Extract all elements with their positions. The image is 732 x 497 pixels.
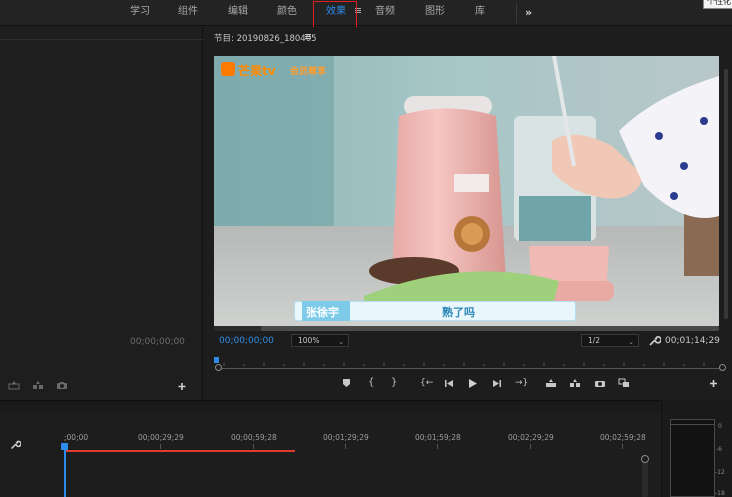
timeline-panel: ;00;00 00;00;29;29 00;00;59;28 00;01;29;… xyxy=(0,400,660,497)
tab-libraries[interactable]: 库 xyxy=(475,0,485,26)
tab-graphics[interactable]: 图形 xyxy=(425,0,445,26)
ruler-label: 00;02;59;28 xyxy=(600,433,646,442)
ruler-tick xyxy=(622,444,623,449)
ruler-label: 00;00;59;28 xyxy=(231,433,277,442)
extract-icon[interactable] xyxy=(32,381,44,390)
settings-wrench-icon[interactable] xyxy=(648,334,661,347)
source-timecode[interactable]: 00;00;00;00 xyxy=(130,337,185,347)
ruler-ticks xyxy=(223,363,705,366)
lift-icon[interactable] xyxy=(8,381,20,390)
duration-timecode: 00;01;14;29 xyxy=(665,336,720,346)
meter-label: -12 xyxy=(715,469,725,476)
more-workspaces-icon[interactable]: » xyxy=(525,6,532,19)
ruler-tick xyxy=(530,444,531,449)
mark-out-icon[interactable]: } xyxy=(391,377,397,389)
workspace-separator xyxy=(516,3,517,23)
lift-icon[interactable] xyxy=(545,379,557,388)
panel-divider xyxy=(0,39,203,40)
tab-audio[interactable]: 音频 xyxy=(375,0,395,26)
zoom-handle-left[interactable] xyxy=(215,364,222,371)
caption-text: 熟了吗 xyxy=(442,306,475,319)
ruler-tick xyxy=(345,444,346,449)
watermark-logo: 芒果tv xyxy=(238,64,276,78)
timeline-vertical-scrollbar[interactable] xyxy=(642,457,648,497)
chevron-down-icon: ⌄ xyxy=(338,338,344,346)
timeline-header xyxy=(0,401,660,413)
monitor-vertical-scrollbar[interactable] xyxy=(724,69,728,319)
playhead-timecode[interactable]: 00;00;00;00 xyxy=(219,336,274,346)
program-monitor: 节目: 20190826_180405 芒果tv 会员尊享 张徐宇 熟了吗 00… xyxy=(205,27,732,399)
zoom-level-select[interactable]: 100% ⌄ xyxy=(291,334,349,347)
zoom-handle-right[interactable] xyxy=(719,364,726,371)
ruler-label: 00;00;29;29 xyxy=(138,433,184,442)
marker-icon[interactable] xyxy=(342,378,351,388)
play-icon[interactable] xyxy=(468,378,478,389)
monitor-scrollbar-thumb[interactable] xyxy=(261,326,719,331)
timeline-settings-wrench-icon[interactable] xyxy=(10,439,21,450)
add-button-icon[interactable] xyxy=(709,379,718,388)
watermark-badge: 会员尊享 xyxy=(290,67,327,77)
meter-divider xyxy=(670,424,715,425)
comparison-view-icon[interactable] xyxy=(618,378,630,388)
playhead-marker[interactable] xyxy=(214,357,219,363)
resolution-value: 1/2 xyxy=(588,336,601,345)
tab-color[interactable]: 颜色 xyxy=(277,0,297,26)
go-to-out-icon[interactable]: →} xyxy=(515,377,528,389)
mark-in-icon[interactable]: { xyxy=(368,377,374,389)
step-back-icon[interactable] xyxy=(444,379,454,388)
ruler-label: 00;01;29;29 xyxy=(323,433,369,442)
caption-name: 张徐宇 xyxy=(306,306,339,319)
work-area-bar[interactable] xyxy=(66,450,295,452)
monitor-time-ruler[interactable] xyxy=(214,354,726,372)
playback-resolution-select[interactable]: 1/2 ⌄ xyxy=(581,334,639,347)
ruler-tick xyxy=(437,444,438,449)
export-frame-icon[interactable] xyxy=(594,379,606,388)
transport-controls: { } {← →} xyxy=(335,375,725,393)
timeline-scroll-handle[interactable] xyxy=(641,455,649,463)
zoom-level-value: 100% xyxy=(298,336,320,345)
workspace-bar: 学习 组件 编辑 颜色 效果 音频 图形 库 » xyxy=(0,0,732,26)
ruler-label: 00;01;59;28 xyxy=(415,433,461,442)
monitor-title: 节目: 20190826_180405 xyxy=(214,34,317,44)
ruler-baseline xyxy=(219,368,719,369)
tooltip: 个性化 xyxy=(703,0,732,9)
audio-meter xyxy=(670,419,715,497)
tab-learn[interactable]: 学习 xyxy=(130,0,150,26)
timeline-playhead-handle[interactable] xyxy=(61,443,68,450)
ruler-tick xyxy=(253,444,254,449)
go-to-in-icon[interactable]: {← xyxy=(420,377,433,389)
video-image xyxy=(214,56,719,326)
tab-editing[interactable]: 编辑 xyxy=(228,0,248,26)
add-button-icon[interactable] xyxy=(176,382,188,391)
timeline-ruler[interactable]: ;00;00 00;00;29;29 00;00;59;28 00;01;29;… xyxy=(64,429,654,449)
ruler-tick xyxy=(160,444,161,449)
ruler-label: ;00;00 xyxy=(64,433,89,442)
tab-assembly[interactable]: 组件 xyxy=(178,0,198,26)
extract-icon[interactable] xyxy=(569,379,581,388)
camera-icon[interactable] xyxy=(56,381,68,390)
source-panel: 00;00;00;00 xyxy=(0,27,203,399)
chevron-down-icon: ⌄ xyxy=(628,338,634,346)
meter-label: -18 xyxy=(715,490,725,497)
audio-meter-panel: 0 -6 -12 -18 xyxy=(661,400,732,497)
monitor-control-row: 00;00;00;00 100% ⌄ 1/2 ⌄ 00;01;14;29 xyxy=(214,333,726,349)
video-frame: 芒果tv 会员尊享 张徐宇 熟了吗 xyxy=(214,56,719,326)
step-forward-icon[interactable] xyxy=(492,379,502,388)
meter-label: -6 xyxy=(716,446,722,453)
meter-label: 0 xyxy=(718,423,722,430)
monitor-menu-icon[interactable] xyxy=(305,34,311,40)
ruler-label: 00;02;29;29 xyxy=(508,433,554,442)
